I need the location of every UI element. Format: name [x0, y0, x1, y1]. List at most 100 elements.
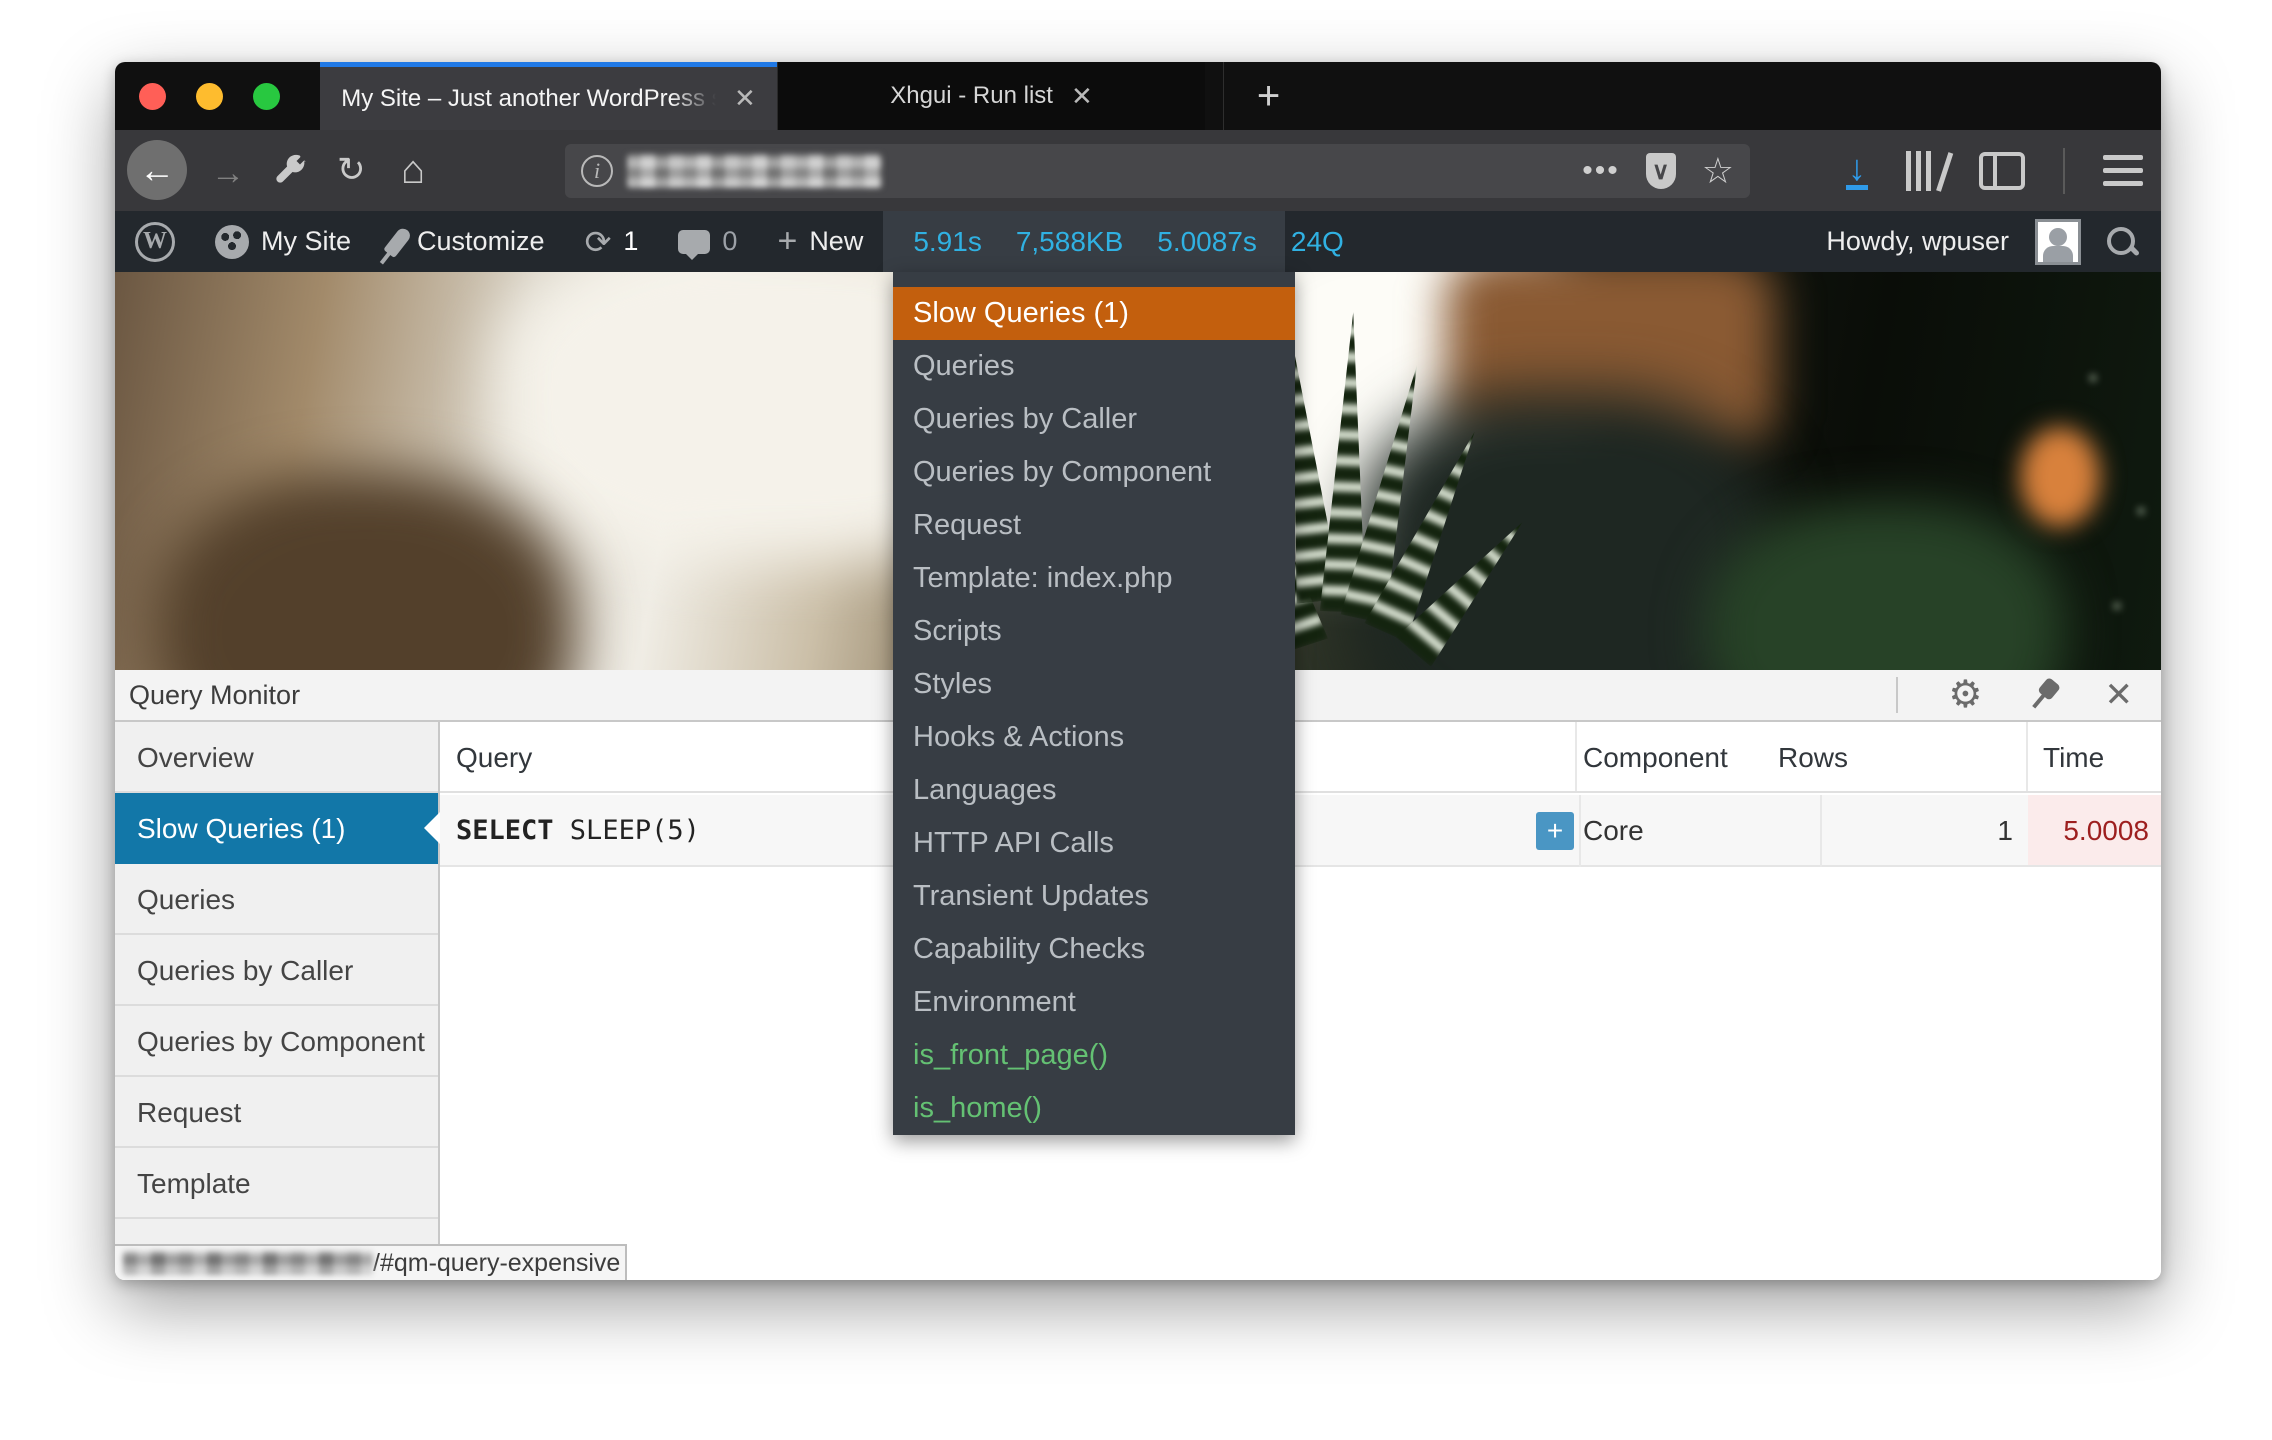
pocket-icon[interactable]: ∨ [1646, 153, 1676, 189]
menu-item-transient-updates[interactable]: Transient Updates [893, 870, 1295, 923]
library-icon[interactable] [1906, 151, 1941, 191]
home-button[interactable]: ⌂ [401, 148, 425, 193]
menu-item-capability-checks[interactable]: Capability Checks [893, 923, 1295, 976]
downloads-icon[interactable]: ↓ [1846, 151, 1868, 190]
wp-admin-bar: W My Site Customize ⟳ 1 0 + New [115, 211, 2161, 272]
sidebar-item-request[interactable]: Request [115, 1077, 438, 1148]
column-header-query: Query [456, 722, 532, 793]
search-icon[interactable] [2107, 227, 2137, 257]
howdy-label[interactable]: Howdy, wpuser [1826, 226, 2009, 257]
menu-item-request[interactable]: Request [893, 499, 1295, 552]
wp-logo-menu[interactable]: W [115, 211, 195, 272]
customize-menu[interactable]: Customize [371, 211, 565, 272]
browser-window: My Site – Just another WordPress si ✕ Xh… [115, 62, 2161, 1280]
screenshot-root: My Site – Just another WordPress si ✕ Xh… [0, 0, 2272, 1440]
new-content-menu[interactable]: + New [757, 211, 883, 272]
qm-panel-title: Query Monitor [129, 680, 300, 711]
menu-item-queries-by-caller[interactable]: Queries by Caller [893, 393, 1295, 446]
menu-item-queries-by-component[interactable]: Queries by Component [893, 446, 1295, 499]
cell-rows: 1 [1820, 795, 2023, 867]
window-controls [139, 62, 280, 130]
bookmark-star-icon[interactable]: ☆ [1702, 150, 1734, 192]
titlebar-separator [1896, 677, 1898, 713]
tab-my-site[interactable]: My Site – Just another WordPress si ✕ [320, 62, 777, 130]
zoom-window-button[interactable] [253, 83, 280, 110]
redacted-url [627, 154, 882, 188]
wordpress-logo-icon: W [135, 222, 175, 262]
tab-title: Xhgui - Run list [890, 82, 1053, 110]
comments-count: 0 [722, 226, 737, 257]
column-header-time: Time [2043, 722, 2104, 793]
column-header-rows: Rows [1778, 722, 1848, 793]
column-divider [1575, 722, 1577, 791]
qm-sidebar: Overview Slow Queries (1) Queries Querie… [115, 722, 440, 1280]
status-link-tooltip: /#qm-query-expensive [115, 1244, 627, 1280]
menu-item-is-front-page[interactable]: is_front_page() [893, 1029, 1295, 1082]
comments-menu[interactable]: 0 [658, 211, 757, 272]
query-sql: SELECT SLEEP(5) [456, 795, 700, 867]
customize-label: Customize [417, 226, 545, 257]
menu-item-environment[interactable]: Environment [893, 976, 1295, 1029]
redacted-url [123, 1251, 373, 1275]
updates-menu[interactable]: ⟳ 1 [565, 211, 659, 272]
cell-component: Core [1583, 795, 1644, 867]
url-bar[interactable]: i ••• ∨ ☆ [565, 144, 1750, 198]
sidebar-item-queries[interactable]: Queries [115, 864, 438, 935]
new-tab-button[interactable]: + [1223, 62, 1313, 130]
qm-memory: 7,588KB [1016, 226, 1123, 258]
qm-query-count: 24Q [1291, 226, 1344, 258]
query-monitor-dropdown: Slow Queries (1) Queries Queries by Call… [893, 272, 1295, 1135]
menu-item-slow-queries[interactable]: Slow Queries (1) [893, 287, 1295, 340]
my-site-menu[interactable]: My Site [195, 211, 371, 272]
sidebar-item-slow-queries[interactable]: Slow Queries (1) [115, 793, 438, 864]
qm-page-time: 5.91s [913, 226, 982, 258]
expand-caller-button[interactable]: + [1536, 812, 1574, 850]
cell-time-slow: 5.0008 [2028, 795, 2161, 865]
reload-button[interactable]: ↻ [337, 150, 366, 190]
customizer-brush-icon [383, 225, 413, 257]
furniture-blur [155, 472, 575, 670]
forward-button[interactable]: → [211, 154, 245, 193]
minimize-window-button[interactable] [196, 83, 223, 110]
sidebar-item-queries-by-component[interactable]: Queries by Component [115, 1006, 438, 1077]
slow-queries-table: Query Component Rows Time SELECT SLEEP(5… [440, 722, 2161, 1280]
menu-item-styles[interactable]: Styles [893, 658, 1295, 711]
query-monitor-admin-item[interactable]: 5.91s 7,588KB 5.0087s 24Q [883, 211, 1285, 272]
settings-gear-icon[interactable]: ⚙ [1948, 676, 1982, 714]
updates-refresh-icon: ⟳ [585, 223, 612, 261]
page-actions-icon[interactable]: ••• [1582, 154, 1620, 188]
close-tab-icon[interactable]: ✕ [1071, 81, 1093, 112]
menu-item-languages[interactable]: Languages [893, 764, 1295, 817]
avatar[interactable] [2035, 219, 2081, 265]
new-label: New [809, 226, 863, 257]
menu-item-queries[interactable]: Queries [893, 340, 1295, 393]
qm-db-time: 5.0087s [1157, 226, 1257, 258]
menu-hamburger-icon[interactable] [2103, 155, 2143, 186]
close-window-button[interactable] [139, 83, 166, 110]
column-header-component: Component [1583, 722, 1728, 793]
foliage-speckle [2045, 302, 2161, 670]
tab-xhgui[interactable]: Xhgui - Run list ✕ [777, 62, 1205, 130]
close-panel-icon[interactable]: ✕ [2105, 675, 2134, 715]
table-row: SELECT SLEEP(5) + Core 1 5.0008 [440, 795, 2161, 867]
tab-title: My Site – Just another WordPress si [341, 85, 716, 113]
table-header-row: Query Component Rows Time [440, 722, 2161, 793]
close-tab-icon[interactable]: ✕ [734, 83, 756, 114]
pin-icon[interactable] [2020, 671, 2068, 719]
site-info-icon[interactable]: i [581, 155, 613, 187]
menu-item-scripts[interactable]: Scripts [893, 605, 1295, 658]
my-site-label: My Site [261, 226, 351, 257]
menu-item-hooks-actions[interactable]: Hooks & Actions [893, 711, 1295, 764]
sidebar-item-template[interactable]: Template [115, 1148, 438, 1219]
sidebar-toggle-icon[interactable] [1979, 152, 2025, 190]
sidebar-item-queries-by-caller[interactable]: Queries by Caller [115, 935, 438, 1006]
browser-toolbar: ← → ↻ ⌂ i ••• ∨ ☆ ↓ [115, 130, 2161, 211]
menu-item-http-api-calls[interactable]: HTTP API Calls [893, 817, 1295, 870]
wrench-icon[interactable] [273, 152, 309, 188]
menu-item-is-home[interactable]: is_home() [893, 1082, 1295, 1135]
column-divider [2026, 722, 2028, 791]
back-button[interactable]: ← [127, 140, 187, 200]
sidebar-item-overview[interactable]: Overview [115, 722, 438, 793]
status-link-text: /#qm-query-expensive [373, 1249, 620, 1278]
menu-item-template[interactable]: Template: index.php [893, 552, 1295, 605]
